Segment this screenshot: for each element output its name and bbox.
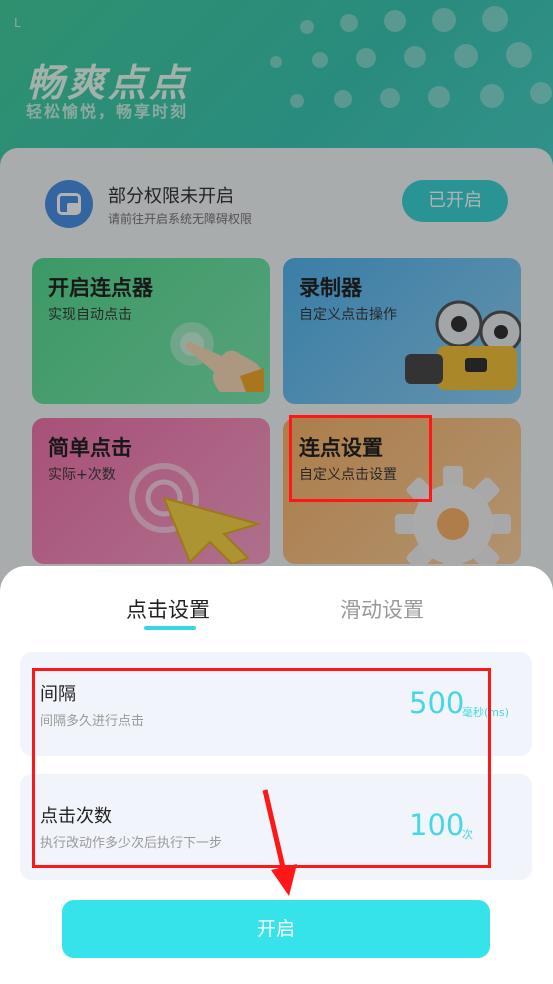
tab-swipe-settings[interactable]: 滑动设置 — [340, 594, 424, 624]
annotation-box-card — [289, 415, 432, 502]
annotation-arrow-icon — [262, 789, 297, 896]
start-button[interactable]: 开启 — [62, 900, 490, 958]
tab-click-settings[interactable]: 点击设置 — [126, 594, 210, 624]
tab-indicator — [144, 626, 196, 630]
